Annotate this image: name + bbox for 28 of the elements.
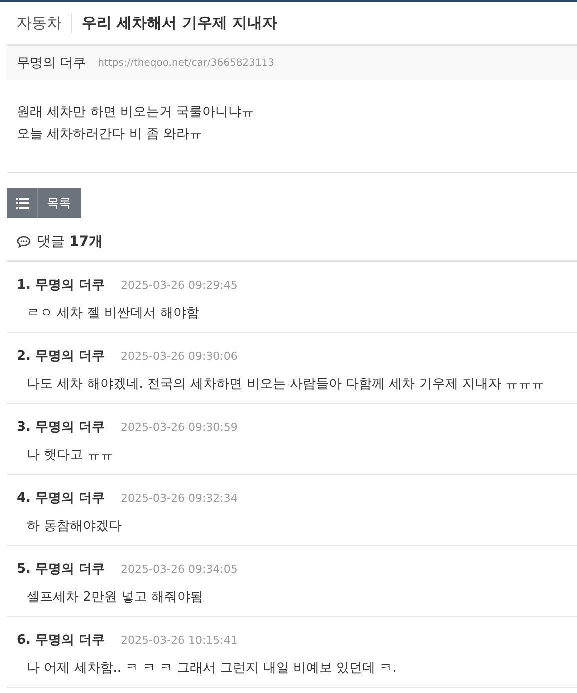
comment-text: 나도 세차 해야겠네. 전국의 세차하면 비오는 사람들아 다함께 세차 기우제 지내자 ㅠㅠㅠ xyxy=(26,376,546,393)
comment-time: 2025-03-26 10:15:41 xyxy=(121,634,238,646)
speech-bubble-icon xyxy=(17,236,31,248)
comment-author: 5. 무명의 더쿠 xyxy=(17,561,106,578)
comment-text: 나 어제 세차함.. ㅋ ㅋ ㅋ 그래서 그런지 내일 비예보 있던데 ㅋ. xyxy=(26,660,398,677)
list-button[interactable]: 목록 xyxy=(7,188,81,218)
list-icon xyxy=(16,198,28,208)
comment-time: 2025-03-26 09:29:45 xyxy=(121,278,238,292)
comment-author: 2. 무명의 더쿠 xyxy=(17,348,106,365)
comment-author: 3. 무명의 더쿠 xyxy=(17,419,106,436)
comment-author: 6. 무명의 더쿠 xyxy=(17,632,106,649)
comment-text: 셀프세차 2만원 넣고 해줘야됨 xyxy=(26,589,205,606)
post-url[interactable]: https://theqoo.net/car/3665823113 xyxy=(98,58,274,68)
comments-label: 댓글 17개 xyxy=(37,233,103,251)
comment-author: 4. 무명의 더쿠 xyxy=(17,490,106,507)
post-text: 원래 세차만 하면 비오는거 국룰아니냐ㅠ xyxy=(17,104,256,122)
comment-author: 1. 무명의 더쿠 xyxy=(17,277,106,294)
comment-text: 나 햇다고 ㅠㅠ xyxy=(26,447,114,464)
post-text: 오늘 세차하러간다 비 좀 와라ㅠ xyxy=(17,126,204,144)
category-label[interactable]: 자동차 xyxy=(17,14,72,32)
comment-time: 2025-03-26 09:30:06 xyxy=(121,350,238,362)
comment-time: 2025-03-26 09:32:34 xyxy=(121,492,238,504)
post-title: 우리 세차해서 기우제 지내자 xyxy=(81,14,278,32)
comment-time: 2025-03-26 09:30:59 xyxy=(121,420,238,434)
author-name: 무명의 더쿠 xyxy=(17,55,86,72)
comment-time: 2025-03-26 09:34:05 xyxy=(121,562,238,576)
comment-text: ㄹㅇ 세차 젤 비싼데서 해야함 xyxy=(26,305,201,322)
comment-text: 하 동참해야겠다 xyxy=(26,518,124,535)
